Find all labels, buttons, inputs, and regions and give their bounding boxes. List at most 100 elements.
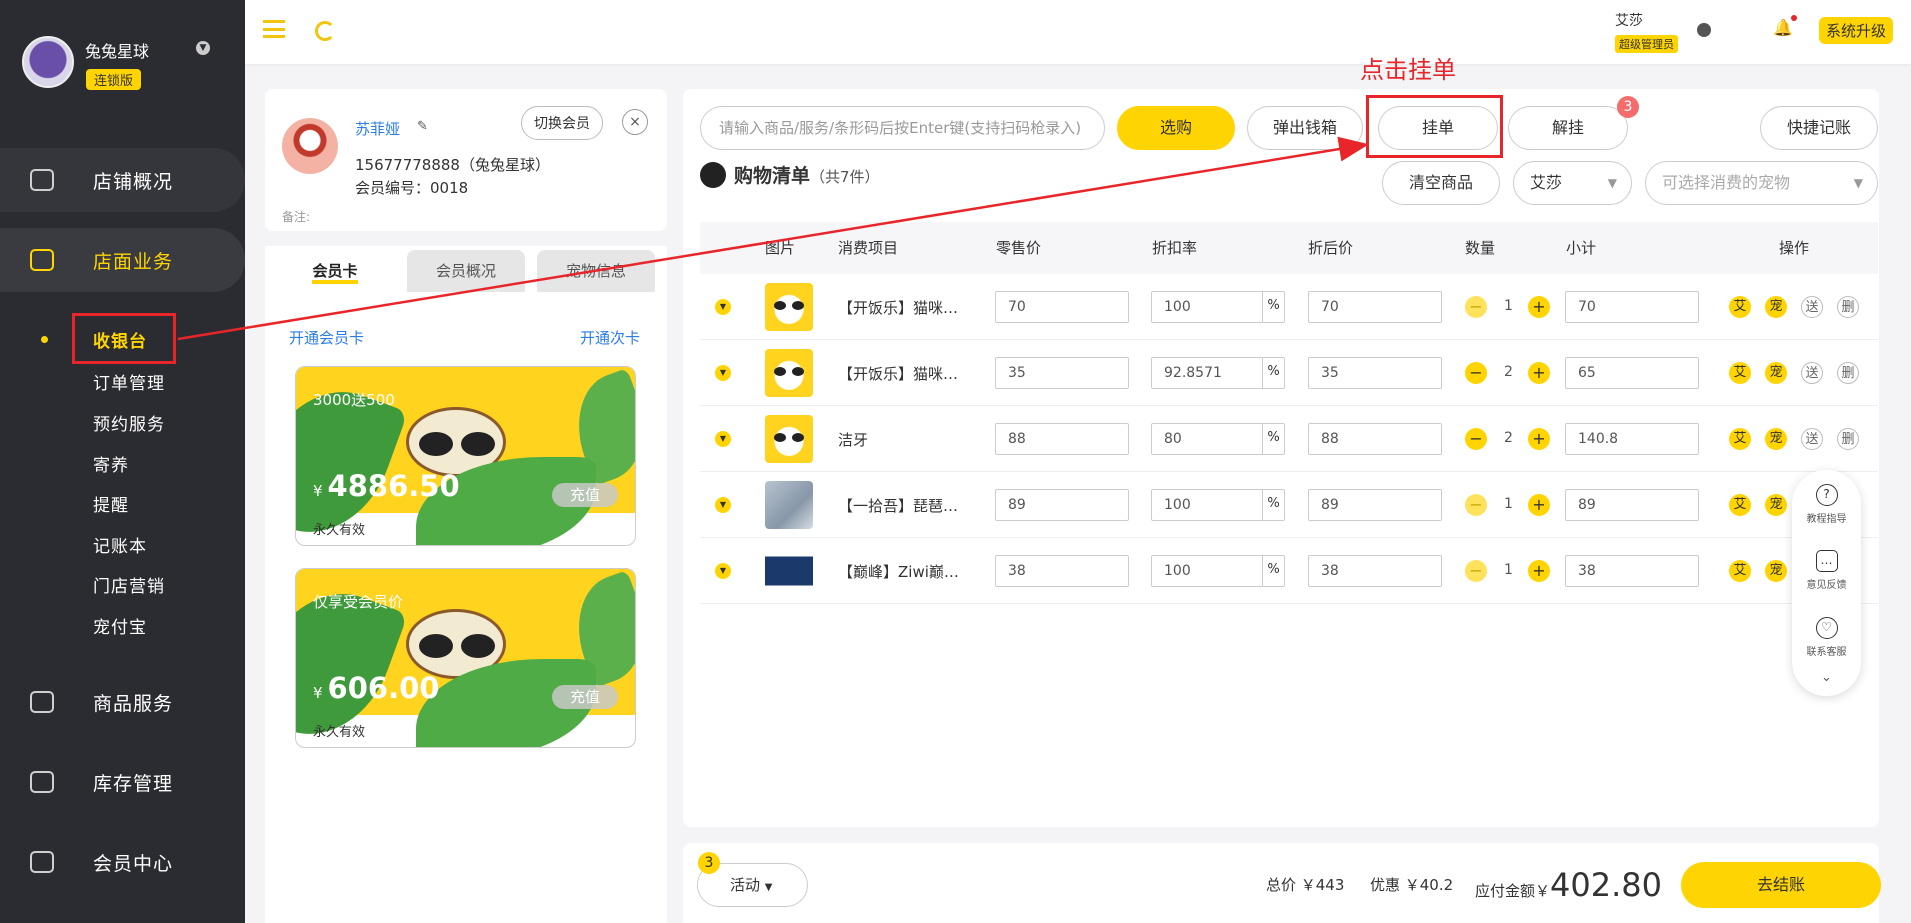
open-member-card-link[interactable]: 开通会员卡: [289, 327, 364, 348]
recharge-button[interactable]: 充值: [552, 483, 618, 507]
assign-pet-button[interactable]: 宠: [1765, 428, 1787, 450]
assign-pet-button[interactable]: 宠: [1765, 362, 1787, 384]
subtotal-input[interactable]: 140.8: [1565, 423, 1699, 455]
headset-icon: ♡: [1815, 617, 1838, 639]
chevron-down-icon[interactable]: ▼: [715, 299, 731, 315]
retail-price-input[interactable]: 89: [995, 489, 1129, 521]
quick-note-button[interactable]: 快捷记账: [1760, 106, 1878, 150]
staff-select[interactable]: 艾莎 ▼: [1513, 161, 1632, 205]
plus-icon[interactable]: +: [1528, 560, 1550, 582]
open-times-card-link[interactable]: 开通次卡: [580, 327, 640, 348]
delete-button[interactable]: 删: [1837, 428, 1859, 450]
recharge-button[interactable]: 充值: [552, 685, 618, 709]
menu-icon[interactable]: [263, 20, 285, 38]
assign-pet-button[interactable]: 宠: [1765, 494, 1787, 516]
discounted-price-input[interactable]: 88: [1308, 423, 1442, 455]
plus-icon[interactable]: +: [1528, 296, 1550, 318]
close-icon[interactable]: ×: [622, 109, 648, 135]
discounted-price-input[interactable]: 89: [1308, 489, 1442, 521]
edit-icon[interactable]: ✎: [417, 119, 428, 134]
pet-select[interactable]: 可选择消费的宠物 ▼: [1645, 161, 1878, 205]
minus-icon[interactable]: −: [1465, 494, 1487, 516]
sub-ledger[interactable]: 记账本: [93, 532, 147, 557]
plus-icon[interactable]: +: [1528, 362, 1550, 384]
assign-staff-button[interactable]: 艾: [1729, 296, 1751, 318]
switch-member-button[interactable]: 切换会员: [521, 106, 603, 140]
item-name: 【一拾吾】琵琶…: [838, 497, 959, 515]
tab-pet-info[interactable]: 宠物信息: [537, 250, 655, 292]
select-goods-button[interactable]: 选购: [1117, 106, 1235, 150]
open-cash-drawer-button[interactable]: 弹出钱箱: [1247, 106, 1363, 150]
subtotal-input[interactable]: 38: [1565, 555, 1699, 587]
activity-count-badge: 3: [698, 852, 720, 874]
retail-price-input[interactable]: 35: [995, 357, 1129, 389]
delete-button[interactable]: 删: [1837, 296, 1859, 318]
minus-icon[interactable]: −: [1465, 296, 1487, 318]
search-input[interactable]: 请输入商品/服务/条形码后按Enter键(支持扫码枪录入): [700, 106, 1105, 150]
nav-goods-services[interactable]: 商品服务: [0, 670, 245, 734]
retail-price-input[interactable]: 38: [995, 555, 1129, 587]
discounted-price-input[interactable]: 35: [1308, 357, 1442, 389]
chevron-down-icon[interactable]: ▼: [196, 41, 210, 55]
nav-store-overview[interactable]: 店铺概况: [0, 148, 245, 212]
gift-button[interactable]: 送: [1801, 296, 1823, 318]
admin-name[interactable]: 艾莎: [1615, 10, 1643, 30]
member-value-card[interactable]: 仅享受会员价 ¥606.00 充值 永久有效: [295, 568, 636, 748]
refresh-icon[interactable]: [315, 21, 335, 41]
assign-staff-button[interactable]: 艾: [1729, 362, 1751, 384]
chevron-down-icon[interactable]: ▼: [715, 497, 731, 513]
feedback-button[interactable]: … 意见反馈: [1792, 550, 1861, 591]
assign-staff-button[interactable]: 艾: [1729, 494, 1751, 516]
brand-logo: [22, 36, 74, 88]
nav-store-business[interactable]: 店面业务: [0, 228, 245, 292]
sub-pay[interactable]: 宠付宝: [93, 613, 147, 638]
member-value-card[interactable]: 3000送500 ¥4886.50 充值 永久有效: [295, 366, 636, 546]
sub-marketing[interactable]: 门店营销: [93, 572, 165, 597]
tab-member-overview[interactable]: 会员概况: [407, 250, 525, 292]
minus-icon[interactable]: −: [1465, 428, 1487, 450]
discounted-price-input[interactable]: 70: [1308, 291, 1442, 323]
assign-staff-button[interactable]: 艾: [1729, 428, 1751, 450]
chevron-down-icon[interactable]: ▼: [715, 431, 731, 447]
subtotal-input[interactable]: 70: [1565, 291, 1699, 323]
retail-price-input[interactable]: 88: [995, 423, 1129, 455]
sub-appointments[interactable]: 预约服务: [93, 410, 165, 435]
gift-button[interactable]: 送: [1801, 362, 1823, 384]
delete-button[interactable]: 删: [1837, 362, 1859, 384]
col-header: 折后价: [1308, 239, 1354, 257]
member-name[interactable]: 苏菲娅: [355, 118, 400, 139]
plus-icon[interactable]: +: [1528, 428, 1550, 450]
subtotal-input[interactable]: 89: [1565, 489, 1699, 521]
minus-icon[interactable]: −: [1465, 560, 1487, 582]
chevron-down-icon[interactable]: ▼: [715, 365, 731, 381]
upgrade-button[interactable]: 系统升级: [1819, 17, 1894, 44]
bell-icon[interactable]: 🔔: [1773, 18, 1793, 37]
sub-orders[interactable]: 订单管理: [93, 369, 165, 394]
chevron-down-icon[interactable]: [1697, 23, 1711, 37]
tutorial-button[interactable]: ? 教程指导: [1792, 484, 1861, 525]
nav-inventory[interactable]: 库存管理: [0, 750, 245, 814]
assign-staff-button[interactable]: 艾: [1729, 560, 1751, 582]
sub-reminders[interactable]: 提醒: [93, 491, 129, 516]
retail-price-input[interactable]: 70: [995, 291, 1129, 323]
assign-pet-button[interactable]: 宠: [1765, 560, 1787, 582]
discounted-price-input[interactable]: 38: [1308, 555, 1442, 587]
chevron-down-icon[interactable]: ⌄: [1792, 670, 1861, 685]
subtotal-input[interactable]: 65: [1565, 357, 1699, 389]
assign-pet-button[interactable]: 宠: [1765, 296, 1787, 318]
checkout-button[interactable]: 去结账: [1681, 862, 1881, 908]
chevron-down-icon[interactable]: ▼: [715, 563, 731, 579]
nav-members[interactable]: 会员中心: [0, 830, 245, 894]
sub-boarding[interactable]: 寄养: [93, 451, 129, 476]
brand[interactable]: 兔兔星球 连锁版: [22, 36, 149, 90]
admin-role-badge: 超级管理员: [1615, 35, 1678, 53]
gift-button[interactable]: 送: [1801, 428, 1823, 450]
plus-icon[interactable]: +: [1528, 494, 1550, 516]
tab-member-card[interactable]: 会员卡: [276, 250, 394, 292]
minus-icon[interactable]: −: [1465, 362, 1487, 384]
col-header: 折扣率: [1152, 239, 1198, 257]
clear-cart-button[interactable]: 清空商品: [1382, 161, 1500, 205]
unhang-order-button[interactable]: 解挂: [1508, 106, 1628, 150]
customer-service-button[interactable]: ♡ 联系客服: [1792, 617, 1861, 658]
col-header: 小计: [1566, 239, 1597, 257]
